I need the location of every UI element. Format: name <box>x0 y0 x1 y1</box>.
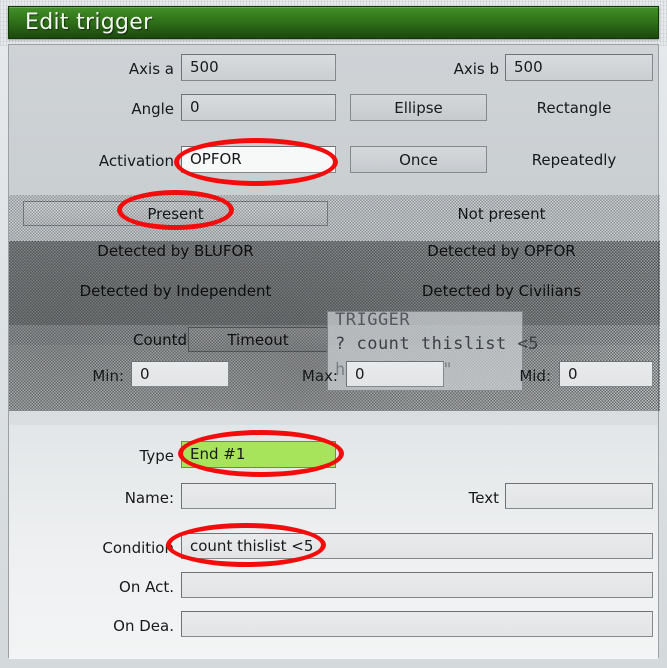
max-input[interactable]: 0 <box>346 361 444 387</box>
detected-by-opfor-button[interactable]: Detected by OPFOR <box>354 240 649 262</box>
axis-b-label: Axis b <box>453 60 499 78</box>
condition-label: Condition <box>102 539 174 557</box>
on-dea-input[interactable] <box>181 611 653 637</box>
activation-label: Activation <box>98 152 174 170</box>
type-input[interactable]: End #1 <box>181 441 336 468</box>
timer-timeout-button[interactable]: Timeout <box>188 327 328 352</box>
activation-input[interactable]: OPFOR <box>181 146 336 173</box>
angle-label: Angle <box>131 100 174 118</box>
text-label: Text <box>468 489 499 507</box>
max-label: Max: <box>301 367 338 385</box>
edit-trigger-dialog: Axis a 500 Axis b 500 Angle 0 Ellipse Re… <box>8 44 660 659</box>
text-input[interactable] <box>505 483 653 509</box>
presence-not-present-button[interactable]: Not present <box>354 201 649 226</box>
repetition-repeatedly-button[interactable]: Repeatedly <box>499 146 649 173</box>
screen: Edit trigger Axis a 500 Axis b 500 Angle… <box>0 0 667 668</box>
repetition-once-button[interactable]: Once <box>350 146 487 173</box>
type-label: Type <box>139 447 174 465</box>
min-input[interactable]: 0 <box>131 361 229 387</box>
presence-present-button[interactable]: Present <box>23 201 328 226</box>
window-title: Edit trigger <box>25 10 153 35</box>
angle-input[interactable]: 0 <box>181 94 336 121</box>
on-act-input[interactable] <box>181 572 653 598</box>
detected-by-independent-button[interactable]: Detected by Independent <box>23 280 328 302</box>
mid-input[interactable]: 0 <box>559 361 653 387</box>
name-input[interactable] <box>181 483 336 509</box>
mid-label: Mid: <box>519 367 551 385</box>
condition-input[interactable]: count thislist <5 <box>181 533 653 559</box>
shape-ellipse-button[interactable]: Ellipse <box>350 94 487 121</box>
window-titlebar[interactable]: Edit trigger <box>8 6 659 39</box>
name-label: Name: <box>124 489 174 507</box>
axis-b-input[interactable]: 500 <box>505 54 653 81</box>
on-dea-label: On Dea. <box>113 617 174 635</box>
detected-by-blufor-button[interactable]: Detected by BLUFOR <box>23 240 328 262</box>
detected-by-civilians-button[interactable]: Detected by Civilians <box>354 280 649 302</box>
axis-a-input[interactable]: 500 <box>181 54 336 81</box>
min-label: Min: <box>92 367 124 385</box>
on-act-label: On Act. <box>119 578 174 596</box>
shape-rectangle-button[interactable]: Rectangle <box>499 94 649 121</box>
axis-a-label: Axis a <box>128 60 174 78</box>
